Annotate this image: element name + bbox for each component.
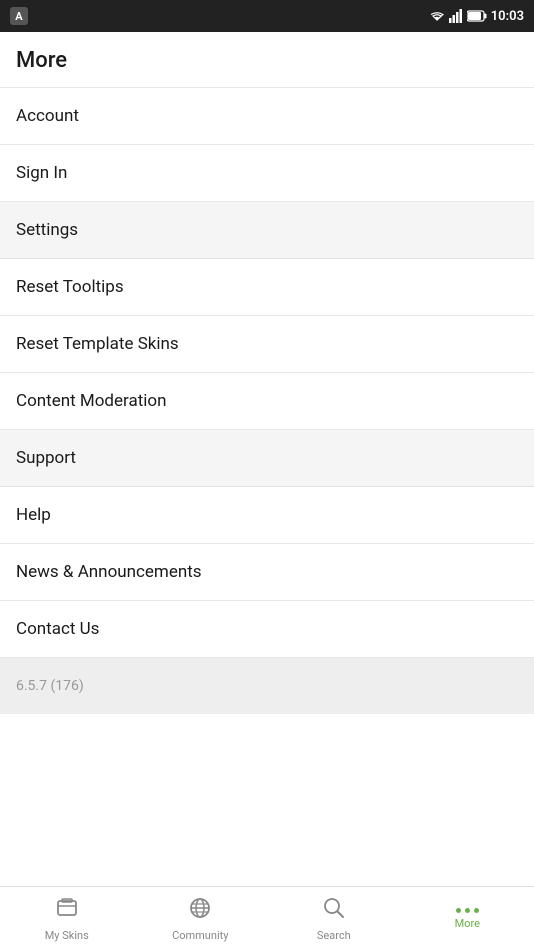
search-icon bbox=[321, 895, 347, 925]
version-text: 6.5.7 (176) bbox=[16, 678, 84, 694]
more-icon bbox=[456, 908, 479, 913]
signal-icon bbox=[449, 9, 463, 23]
menu-item-reset-template-skins[interactable]: Reset Template Skins bbox=[0, 316, 534, 373]
nav-label-my-skins: My Skins bbox=[45, 929, 89, 942]
menu-item-news-announcements[interactable]: News & Announcements bbox=[0, 544, 534, 601]
bottom-nav: My Skins Community Search bbox=[0, 886, 534, 950]
menu-item-sign-in[interactable]: Sign In bbox=[0, 145, 534, 202]
menu-item-content-moderation[interactable]: Content Moderation bbox=[0, 373, 534, 430]
menu-item-help[interactable]: Help bbox=[0, 487, 534, 544]
nav-item-my-skins[interactable]: My Skins bbox=[0, 887, 134, 950]
nav-label-search: Search bbox=[317, 929, 351, 942]
menu-item-reset-tooltips[interactable]: Reset Tooltips bbox=[0, 259, 534, 316]
page-title: More bbox=[16, 48, 67, 73]
status-bar: A 10:03 bbox=[0, 0, 534, 32]
nav-item-search[interactable]: Search bbox=[267, 887, 401, 950]
wifi-icon bbox=[429, 9, 445, 23]
version-section: 6.5.7 (176) bbox=[0, 658, 534, 714]
page-title-container: More bbox=[0, 32, 534, 88]
nav-label-more: More bbox=[455, 917, 480, 930]
menu-item-support[interactable]: Support bbox=[0, 430, 534, 487]
status-bar-right: 10:03 bbox=[429, 9, 524, 24]
nav-label-community: Community bbox=[172, 929, 228, 942]
status-bar-left: A bbox=[10, 7, 28, 25]
nav-item-more[interactable]: More bbox=[401, 887, 534, 950]
menu-item-account[interactable]: Account bbox=[0, 88, 534, 145]
nav-item-community[interactable]: Community bbox=[134, 887, 268, 950]
my-skins-icon bbox=[54, 895, 80, 925]
battery-icon bbox=[467, 10, 487, 22]
menu-item-settings[interactable]: Settings bbox=[0, 202, 534, 259]
community-icon bbox=[187, 895, 213, 925]
main-content: More Account Sign In Settings Reset Tool… bbox=[0, 32, 534, 886]
menu-item-contact-us[interactable]: Contact Us bbox=[0, 601, 534, 658]
app-status-icon: A bbox=[10, 7, 28, 25]
status-time: 10:03 bbox=[491, 9, 524, 24]
